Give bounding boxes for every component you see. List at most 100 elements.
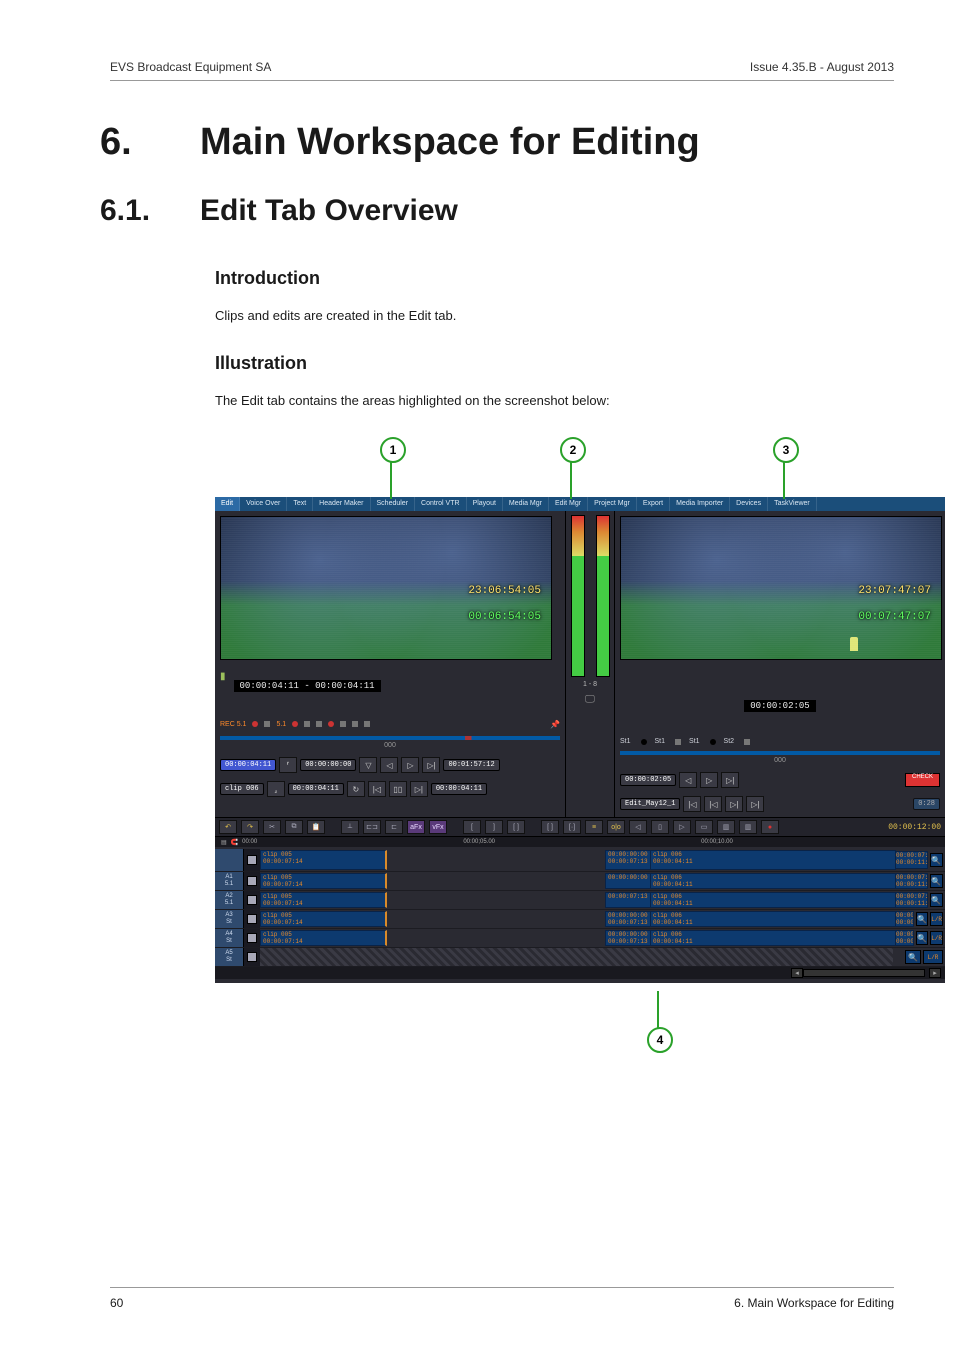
tab-playout[interactable]: Playout [467,497,503,511]
undo-button[interactable]: ↶ [219,820,237,834]
track-a4: A4St clip 005 00:00:07:14 00:00:00:00 00… [215,929,945,948]
mark-in-button[interactable]: ⸢ [279,757,297,773]
recorder-miniline[interactable] [620,751,940,755]
mark-out-button[interactable]: ⸥ [267,781,285,797]
jump-next-button[interactable]: ▷| [410,781,428,797]
zoom-icon[interactable]: 🔍 [905,950,921,964]
track-checkbox[interactable] [247,952,257,962]
copy-button[interactable]: ⧉ [285,820,303,834]
timeline-scrollbar[interactable]: ◂ ▸ [215,967,945,979]
tab-projectmgr[interactable]: Project Mgr [588,497,637,511]
zoom-icon[interactable]: 🔍 [930,853,943,867]
recorder-overlay-tc2: 00:07:47:07 [858,611,931,623]
track-head[interactable]: A4St [215,929,244,947]
mark-in-icon[interactable]: ▮ [220,671,226,682]
jump-end-button[interactable]: ▷| [746,796,764,812]
track-head[interactable]: A3St [215,910,244,928]
scroll-right-button[interactable]: ▸ [929,968,941,978]
lr-badge: L/R [930,931,943,945]
pin-icon[interactable]: 📌 [550,720,560,729]
bracket-button[interactable]: [·] [563,820,581,834]
track-checkbox[interactable] [247,933,257,943]
track-head[interactable]: A25.1 [215,891,244,909]
tool-button[interactable]: ▯ [651,820,669,834]
clip-tc: 00:00:07:13 [608,938,653,945]
bracket-button[interactable]: ] [485,820,503,834]
monitor-icon[interactable]: 🖵 [585,694,595,705]
prev-frame-button[interactable]: ◁ [679,772,697,788]
tool-button[interactable]: ◁ [629,820,647,834]
zoom-icon[interactable]: 🔍 [916,931,928,945]
record-button[interactable]: ● [761,820,779,834]
afx-button[interactable]: aFx [407,820,425,834]
track-head-v[interactable] [215,849,244,871]
view-button[interactable]: ▥ [739,820,757,834]
recorder-overlay-tc1: 23:07:47:07 [858,585,931,597]
tool-button[interactable]: ⊏ [385,820,403,834]
tab-taskviewer[interactable]: TaskViewer [768,497,817,511]
next-frame-button[interactable]: ▷| [721,772,739,788]
play-button[interactable]: ▷ [700,772,718,788]
loop-button[interactable]: ↻ [347,781,365,797]
timeline-ruler[interactable]: ▤ 🧲 00:00 00:00;05.00 00:00;10.00 [215,837,945,847]
track-checkbox[interactable] [247,855,257,865]
tab-controlvtr[interactable]: Control VTR [415,497,467,511]
tab-edit[interactable]: Edit [215,497,240,511]
tab-text[interactable]: Text [287,497,313,511]
clip-name: clip 005 [263,893,383,900]
track-head[interactable]: A5St [215,948,244,966]
step-back-button[interactable]: ▽ [359,757,377,773]
player-miniline[interactable] [220,736,560,740]
zoom-icon[interactable]: 🔍 [930,874,943,888]
jump-prev-button[interactable]: |◁ [368,781,386,797]
redo-button[interactable]: ↷ [241,820,259,834]
track-checkbox[interactable] [247,914,257,924]
paste-button[interactable]: 📋 [307,820,325,834]
player-video[interactable]: 23:06:54:05 00:06:54:05 [220,516,552,660]
zoom-icon[interactable]: 🔍 [930,893,943,907]
tool-button[interactable]: ≡ [585,820,603,834]
view-button[interactable]: ▥ [717,820,735,834]
clip-tc: 00:00:07:14 [896,931,911,938]
tab-mediamgr[interactable]: Media Mgr [503,497,549,511]
tool-button[interactable]: ⊏⊐ [363,820,381,834]
callout-bubble: 4 [647,1027,673,1053]
tool-button[interactable]: o|o [607,820,625,834]
tool-button[interactable]: ⟂ [341,820,359,834]
jump-prev-button[interactable]: |◁ [704,796,722,812]
tab-mediaimporter[interactable]: Media Importer [670,497,730,511]
tab-devices[interactable]: Devices [730,497,768,511]
tab-voiceover[interactable]: Voice Over [240,497,287,511]
jump-start-button[interactable]: |◁ [683,796,701,812]
tc-cur-pill: 00:00:04:11 [288,783,344,795]
tc-in-pill[interactable]: 00:00:04:11 [220,759,276,771]
tool-button[interactable]: ▷ [673,820,691,834]
track-a3: A3St clip 005 00:00:07:14 00:00:00:00 00… [215,910,945,929]
bracket-button[interactable]: [ ] [541,820,559,834]
view-button[interactable]: ▭ [695,820,713,834]
prev-frame-button[interactable]: ◁ [380,757,398,773]
bracket-button[interactable]: [ [463,820,481,834]
vfx-button[interactable]: vFx [429,820,447,834]
track-checkbox[interactable] [247,895,257,905]
track-head[interactable]: A15.1 [215,872,244,890]
tab-headermaker[interactable]: Header Maker [313,497,370,511]
clip-name: clip 005 [263,931,383,938]
ruler-start: 00:00 [242,839,257,845]
scroll-left-button[interactable]: ◂ [791,968,803,978]
scroll-track[interactable] [803,969,925,977]
stop-button[interactable]: ▯▯ [389,781,407,797]
tab-editmgr[interactable]: Edit Mgr [549,497,588,511]
cut-button[interactable]: ✂ [263,820,281,834]
zoom-icon[interactable]: 🔍 [916,912,928,926]
recorder-video[interactable]: 23:07:47:07 00:07:47:07 [620,516,942,660]
next-frame-button[interactable]: ▷| [422,757,440,773]
tab-scheduler[interactable]: Scheduler [371,497,416,511]
play-button[interactable]: ▷ [401,757,419,773]
tab-export[interactable]: Export [637,497,670,511]
track-checkbox[interactable] [247,876,257,886]
jump-next-button[interactable]: ▷| [725,796,743,812]
check-button[interactable]: CHECK [905,773,940,787]
bracket-button[interactable]: [ ] [507,820,525,834]
header-rule [110,80,894,81]
